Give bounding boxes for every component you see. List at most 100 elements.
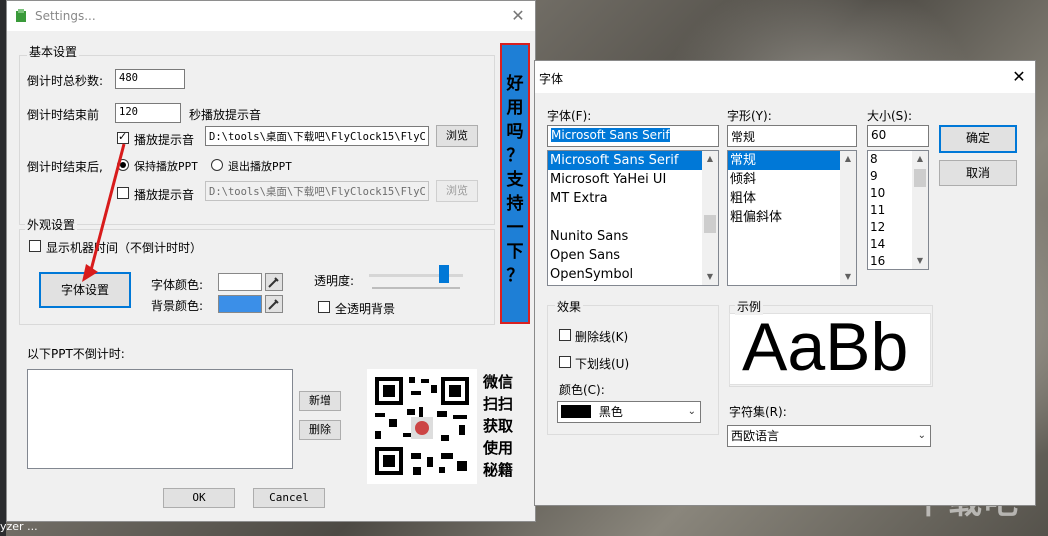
annotation-arrow-icon [82, 143, 126, 282]
scroll-down-icon[interactable]: ▼ [840, 269, 856, 285]
qr-caption-line: 扫扫 [483, 395, 514, 413]
cancel-button[interactable]: Cancel [253, 488, 325, 508]
basic-group-title: 基本设置 [27, 43, 80, 60]
font-color-label: 字体颜色: [151, 278, 204, 292]
qr-caption-line: 微信 [483, 373, 514, 391]
style-item[interactable]: 常规 [728, 151, 856, 170]
font-name-input[interactable]: Microsoft Sans Serif [547, 125, 719, 147]
add-button[interactable]: 新增 [299, 391, 341, 411]
opacity-slider-thumb[interactable] [439, 265, 449, 283]
font-item[interactable] [548, 208, 718, 227]
play-sound-label-1: 播放提示音 [134, 133, 195, 147]
scroll-down-icon[interactable]: ▼ [912, 253, 928, 269]
font-ok-button[interactable]: 确定 [939, 125, 1017, 153]
sound-path-input-1[interactable]: D:\tools\桌面\下载吧\FlyClock15\FlyC [205, 126, 429, 146]
opacity-slider-ticks [372, 287, 460, 289]
font-item[interactable]: Nunito Sans [548, 227, 718, 246]
charset-value: 西欧语言 [731, 429, 780, 443]
style-item[interactable]: 粗体 [728, 189, 856, 208]
appearance-group-title: 外观设置 [25, 216, 78, 233]
color-value: 黑色 [598, 405, 623, 419]
font-item[interactable]: MT Extra [548, 189, 718, 208]
scroll-thumb[interactable] [914, 169, 926, 187]
exit-playing-label: 退出播放PPT [228, 160, 292, 173]
color-select[interactable]: 黑色 ⌄ [557, 401, 701, 423]
font-list-scrollbar[interactable]: ▲ ▼ [702, 151, 718, 285]
font-label: 字体(F): [547, 109, 592, 123]
keep-playing-label: 保持播放PPT [134, 160, 198, 173]
font-color-picker-icon[interactable] [265, 273, 283, 291]
no-countdown-list[interactable] [27, 369, 293, 469]
promo-banner: 好 用 吗 ？ 支 持 一 下 ？ [500, 43, 530, 324]
banner-char: 好 [506, 74, 524, 94]
font-dialog-titlebar[interactable]: 字体 ✕ [535, 61, 1035, 93]
underline-checkbox[interactable] [559, 356, 571, 368]
scroll-up-icon[interactable]: ▲ [702, 151, 718, 167]
charset-label: 字符集(R): [729, 405, 787, 419]
font-item[interactable]: Microsoft YaHei UI [548, 170, 718, 189]
sound-path-input-2[interactable]: D:\tools\桌面\下载吧\FlyClock15\FlyC [205, 181, 429, 201]
effects-group-title: 效果 [555, 298, 584, 315]
seconds-prompt-label: 秒播放提示音 [189, 108, 262, 122]
scroll-thumb[interactable] [704, 215, 716, 233]
before-end-input[interactable]: 120 [115, 103, 181, 123]
banner-char: 吗 [506, 122, 524, 142]
font-item[interactable]: Open Sans [548, 246, 718, 265]
qr-caption-line: 秘籍 [483, 461, 514, 479]
style-list[interactable]: 常规 倾斜 粗体 粗偏斜体 ▲ ▼ [727, 150, 857, 286]
banner-char: ？ [506, 146, 524, 166]
font-color-swatch[interactable] [218, 273, 262, 291]
bg-color-swatch[interactable] [218, 295, 262, 313]
font-dialog-title: 字体 [539, 72, 564, 86]
banner-char: 一 [506, 218, 524, 238]
strikeout-checkbox[interactable] [559, 329, 571, 341]
font-item[interactable]: Microsoft Sans Serif [548, 151, 718, 170]
banner-char: ？ [506, 266, 524, 286]
qr-caption-line: 使用 [483, 439, 514, 457]
close-icon[interactable]: ✕ [509, 7, 527, 25]
scroll-up-icon[interactable]: ▲ [912, 151, 928, 167]
opacity-label: 透明度: [314, 274, 355, 288]
font-cancel-button[interactable]: 取消 [939, 160, 1017, 186]
no-countdown-label: 以下PPT不倒计时: [27, 347, 125, 361]
font-list[interactable]: Microsoft Sans Serif Microsoft YaHei UI … [547, 150, 719, 286]
settings-title: Settings... [35, 9, 96, 23]
full-transparent-label: 全透明背景 [335, 302, 396, 316]
color-swatch [561, 405, 591, 418]
bg-color-picker-icon[interactable] [265, 295, 283, 313]
size-input[interactable]: 60 [867, 125, 929, 147]
browse-button-1[interactable]: 浏览 [436, 125, 478, 147]
style-list-scrollbar[interactable]: ▲ ▼ [840, 151, 856, 285]
size-label: 大小(S): [867, 109, 913, 123]
close-icon[interactable]: ✕ [1009, 67, 1029, 87]
style-label: 字形(Y): [727, 109, 772, 123]
exit-playing-radio[interactable] [211, 159, 223, 171]
scroll-down-icon[interactable]: ▼ [702, 269, 718, 285]
sample-text: AaBb [742, 313, 909, 385]
ok-button[interactable]: OK [163, 488, 235, 508]
size-list-scrollbar[interactable]: ▲ ▼ [912, 151, 928, 269]
show-machine-time-checkbox[interactable] [29, 240, 41, 252]
sample-group-title: 示例 [735, 298, 764, 315]
underline-label: 下划线(U) [575, 357, 630, 371]
total-seconds-input[interactable]: 480 [115, 69, 185, 89]
qr-caption: 微信 扫扫 获取 使用 秘籍 [483, 371, 513, 481]
size-list[interactable]: 8 9 10 11 12 14 16 ▲ ▼ [867, 150, 929, 270]
style-input[interactable]: 常规 [727, 125, 857, 147]
font-item[interactable]: OpenSymbol [548, 265, 718, 284]
font-name-selected-text: Microsoft Sans Serif [551, 128, 670, 142]
settings-titlebar[interactable]: Settings... ✕ [7, 1, 535, 31]
qr-code [367, 369, 477, 484]
delete-button[interactable]: 删除 [299, 420, 341, 440]
charset-select[interactable]: 西欧语言 ⌄ [727, 425, 931, 447]
banner-char: 支 [506, 170, 524, 190]
full-transparent-checkbox[interactable] [318, 301, 330, 313]
banner-char: 下 [506, 242, 524, 262]
banner-char: 用 [506, 98, 524, 118]
scroll-up-icon[interactable]: ▲ [840, 151, 856, 167]
style-item[interactable]: 倾斜 [728, 170, 856, 189]
app-icon [16, 9, 26, 22]
font-dialog: 字体 ✕ 字体(F): Microsoft Sans Serif Microso… [534, 60, 1036, 506]
browse-button-2[interactable]: 浏览 [436, 180, 478, 202]
style-item[interactable]: 粗偏斜体 [728, 208, 856, 227]
